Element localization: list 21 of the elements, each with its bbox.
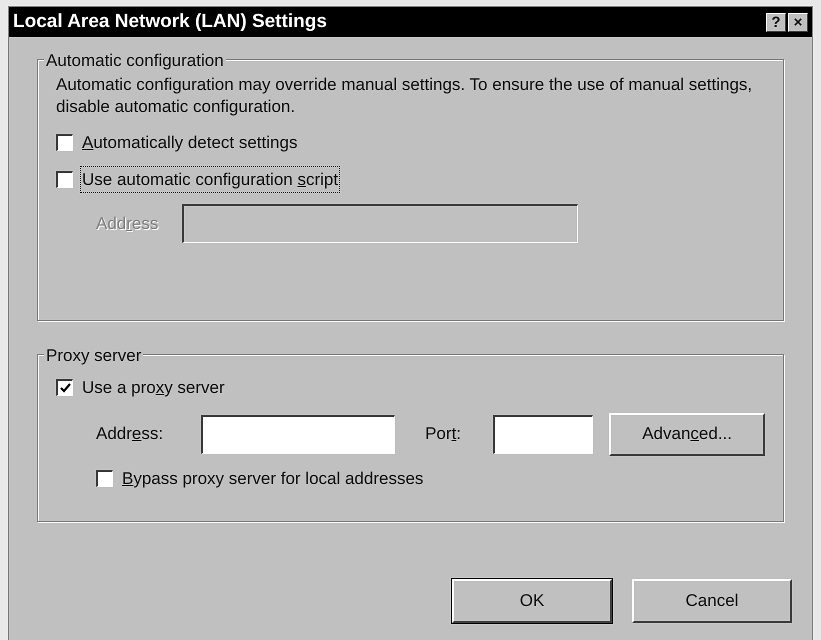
checkbox[interactable] xyxy=(56,134,73,152)
checkbox-label[interactable]: Use a proxy server xyxy=(81,375,226,400)
checkbox[interactable] xyxy=(96,470,113,487)
field-label: Port: xyxy=(425,423,462,446)
field-label: Address: xyxy=(96,423,164,446)
close-button[interactable]: × xyxy=(788,12,808,32)
description-text: Automatic configuration may override manual settings. To ensure the use of manual settings, disable automatic configuration. xyxy=(56,74,754,118)
address-field[interactable] xyxy=(201,414,396,454)
field-label: Address xyxy=(96,212,158,235)
window-title: Local Area Network (LAN) Settings xyxy=(13,10,327,34)
checkbox[interactable] xyxy=(56,170,73,188)
cancel-button[interactable]: Cancel xyxy=(632,579,792,623)
address-field[interactable] xyxy=(493,414,594,454)
help-button[interactable]: ? xyxy=(766,12,786,32)
checkbox[interactable] xyxy=(56,379,73,396)
checkbox-label[interactable]: Automatically detect settings xyxy=(81,130,298,156)
checkmark-icon xyxy=(60,383,70,394)
ok-button[interactable]: OK xyxy=(452,579,612,623)
checkbox-label[interactable]: Use automatic configuration script xyxy=(81,166,340,192)
checkbox-label[interactable]: Bypass proxy server for local addresses xyxy=(121,466,424,491)
advanced-button[interactable]: Advanced... xyxy=(609,412,765,456)
